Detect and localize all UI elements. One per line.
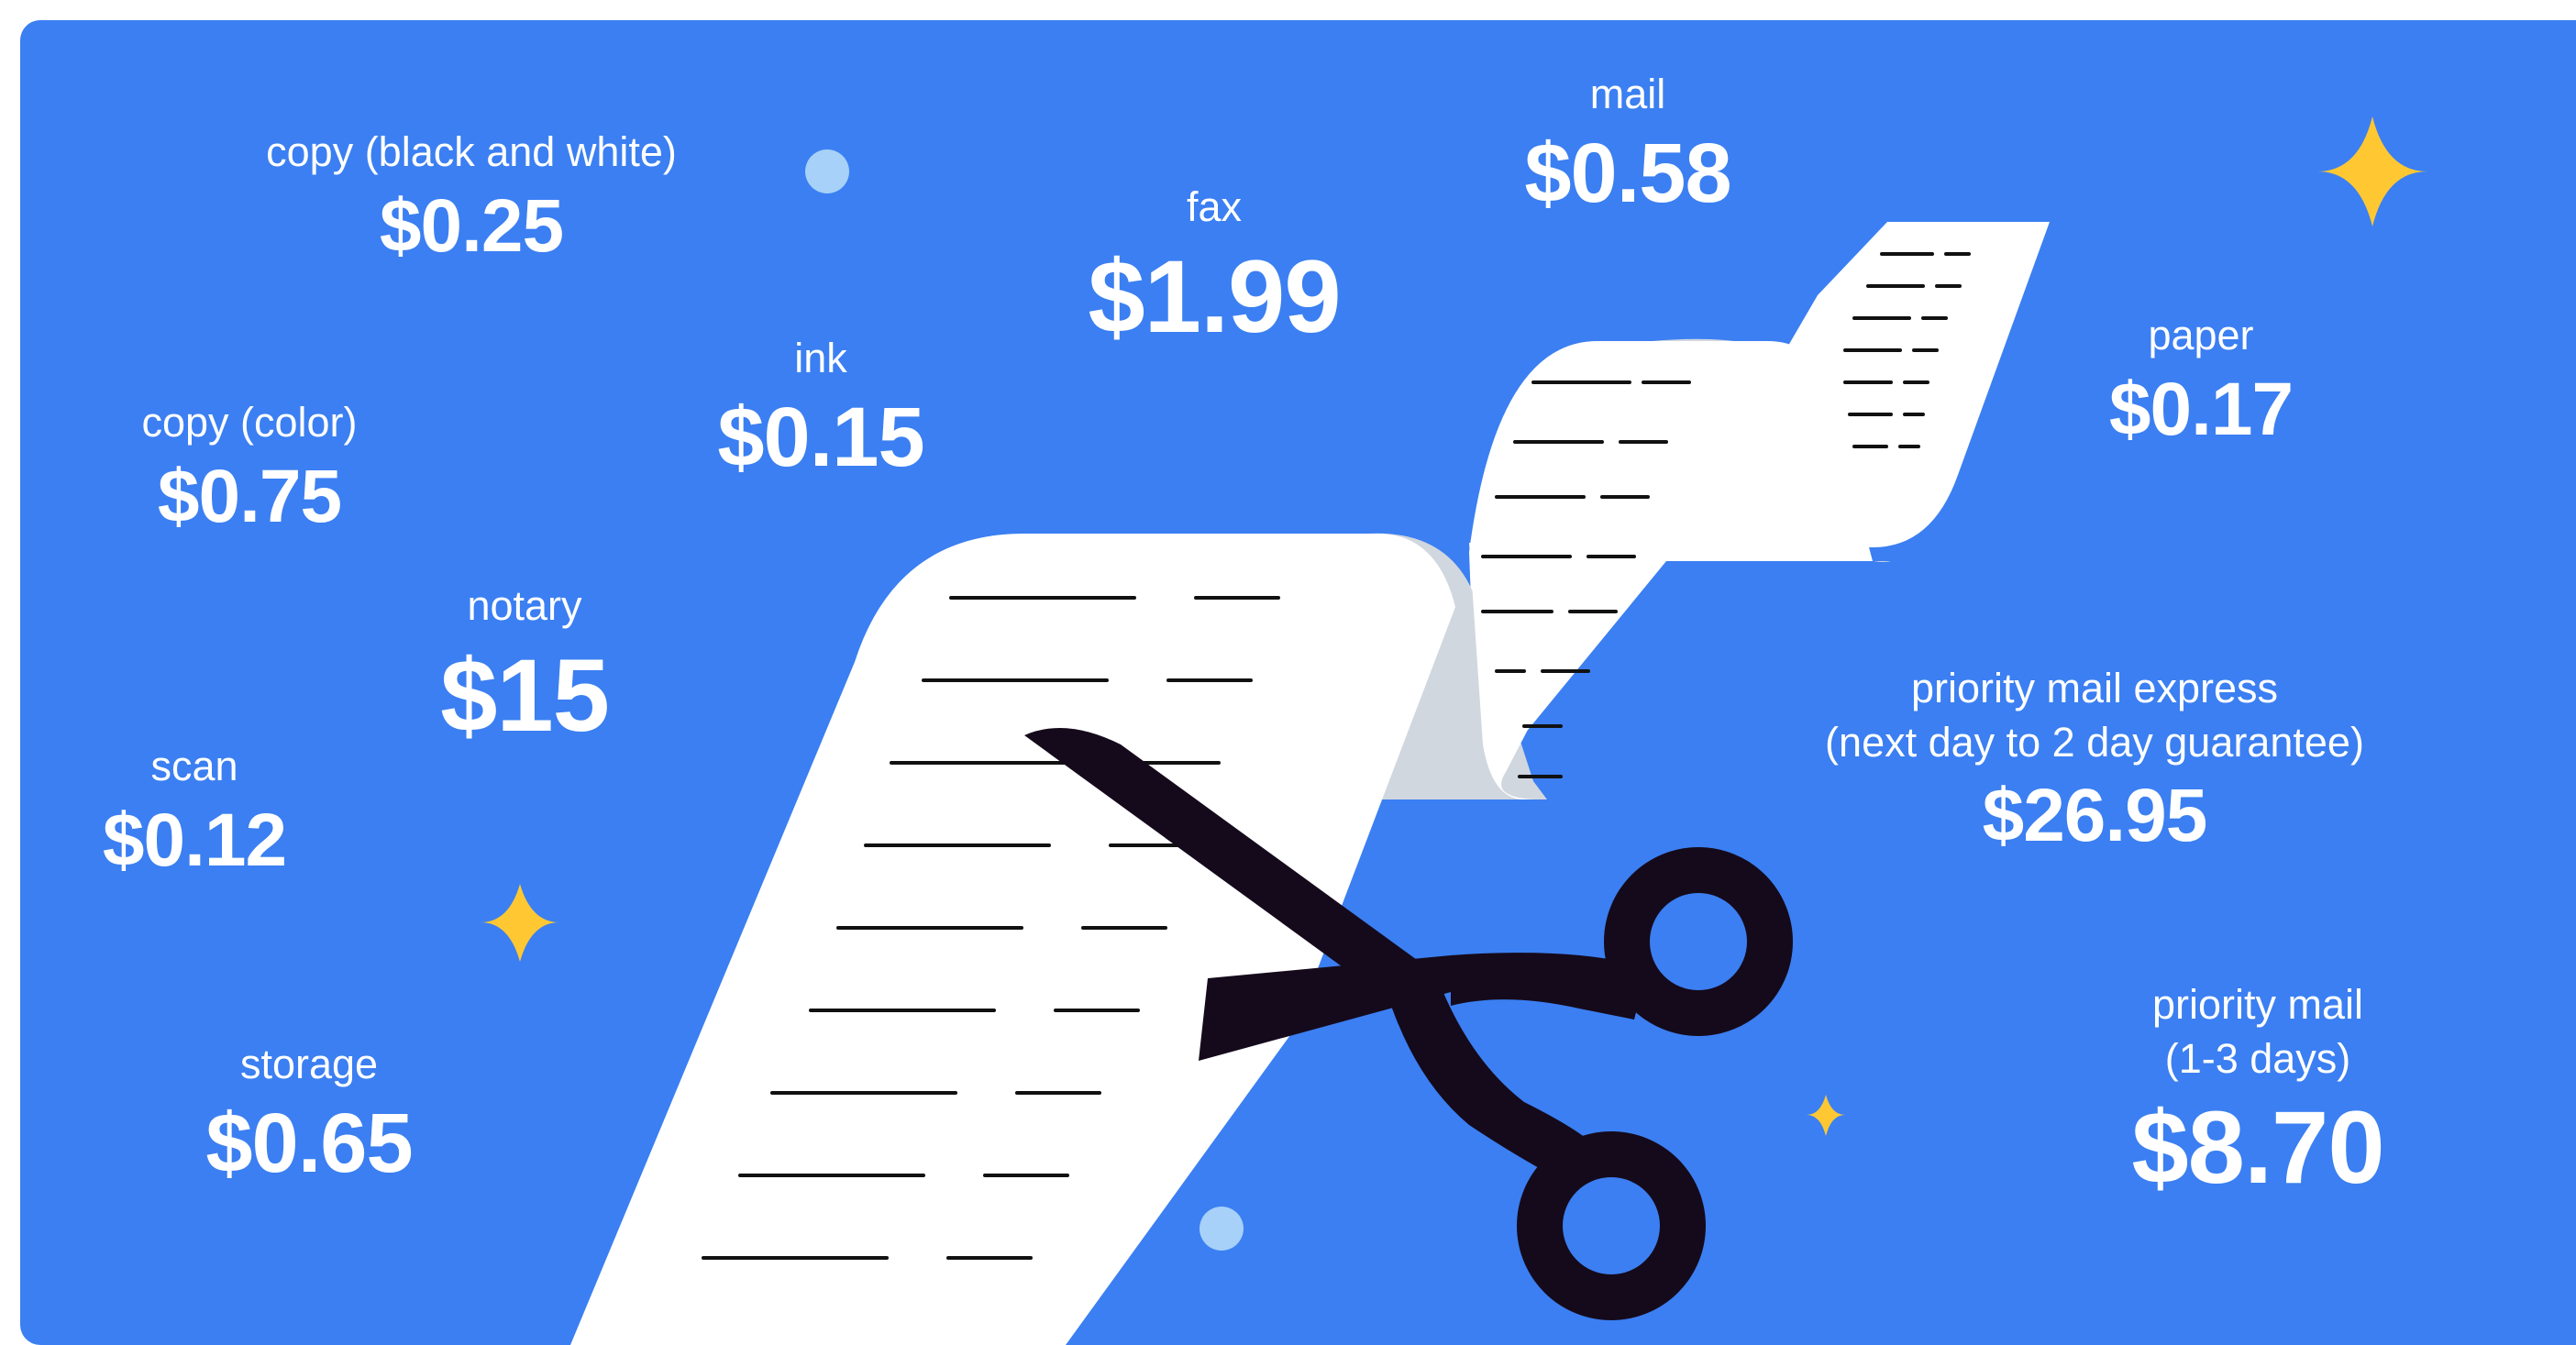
dot-decoration: [805, 149, 849, 193]
scan-value: $0.12: [102, 798, 287, 882]
price-mail: mail $0.58: [1524, 68, 1731, 220]
ink-value: $0.15: [717, 390, 924, 484]
priority-mail-express-label: priority mail express: [1910, 665, 2279, 711]
scan-label: scan: [150, 743, 238, 789]
sparkle-icon: [2317, 116, 2427, 226]
priority-mail-value: $8.70: [2131, 1090, 2384, 1205]
copy-bw-label: copy (black and white): [266, 128, 677, 175]
dot-decoration: [1200, 1207, 1244, 1251]
price-priority-mail: priority mail (1-3 days) $8.70: [2131, 978, 2384, 1205]
fax-label: fax: [1186, 183, 1243, 230]
priority-mail-express-value: $26.95: [1982, 774, 2208, 857]
storage-label: storage: [239, 1041, 379, 1087]
copy-bw-value: $0.25: [379, 183, 564, 268]
priority-mail-express-sublabel: (next day to 2 day guarantee): [1825, 718, 2364, 766]
price-paper: paper $0.17: [2108, 309, 2294, 451]
price-copy-bw: copy (black and white) $0.25: [266, 126, 677, 268]
price-storage: storage $0.65: [205, 1038, 413, 1190]
paper-value: $0.17: [2108, 367, 2294, 451]
price-copy-color: copy (color) $0.75: [141, 396, 357, 538]
priority-mail-sublabel: (1-3 days): [2164, 1034, 2351, 1082]
sparkle-icon: [1807, 1095, 1845, 1136]
mail-label: mail: [1589, 71, 1666, 117]
price-priority-mail-express: priority mail express (next day to 2 day…: [1825, 662, 2364, 857]
storage-value: $0.65: [205, 1096, 413, 1190]
mail-value: $0.58: [1524, 126, 1731, 220]
fax-value: $1.99: [1088, 238, 1341, 354]
price-notary: notary $15: [440, 579, 610, 753]
notary-label: notary: [467, 582, 582, 629]
copy-color-label: copy (color): [141, 399, 358, 446]
notary-value: $15: [440, 637, 610, 753]
priority-mail-label: priority mail: [2151, 981, 2364, 1028]
sparkle-icon: [481, 884, 559, 962]
ink-label: ink: [794, 335, 847, 381]
price-panel: copy (black and white) $0.25 copy (color…: [20, 20, 2576, 1345]
price-fax: fax $1.99: [1088, 181, 1341, 354]
price-ink: ink $0.15: [717, 332, 924, 484]
paper-label: paper: [2148, 312, 2254, 358]
copy-color-value: $0.75: [157, 454, 342, 538]
price-scan: scan $0.12: [102, 740, 287, 882]
